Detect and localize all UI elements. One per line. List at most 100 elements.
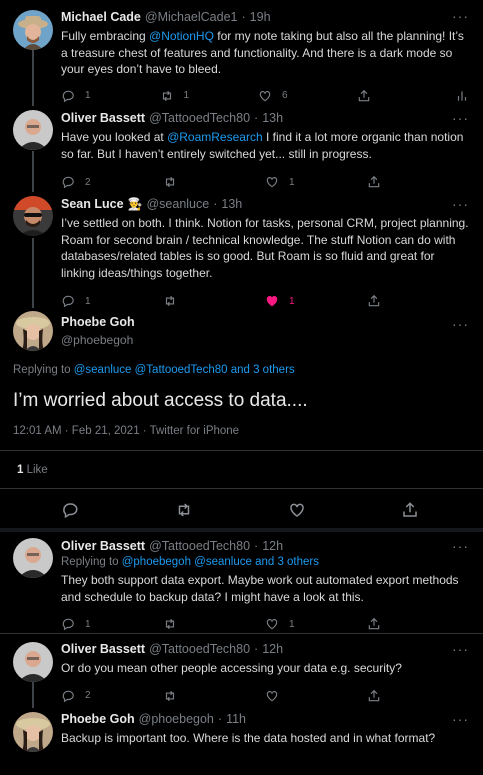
retweet-icon [178, 503, 190, 517]
author-handle[interactable]: @TattooedTech80 [149, 539, 250, 553]
mention-link[interactable]: @phoebegoh @seanluce and 3 others [122, 556, 319, 568]
timestamp[interactable]: 11h [226, 712, 246, 726]
share-button[interactable] [367, 689, 469, 703]
divider [0, 450, 483, 451]
like-icon [259, 90, 271, 101]
more-options-button[interactable]: ··· [452, 110, 469, 126]
tweet[interactable]: Oliver Bassett @TattooedTech80 · 13h Hav… [0, 109, 483, 192]
more-options-button[interactable]: ··· [452, 641, 469, 657]
author-name[interactable]: Oliver Bassett [61, 642, 145, 656]
timestamp[interactable]: 12h [262, 642, 283, 656]
author-name[interactable]: Phoebe Goh [61, 315, 135, 329]
author-name[interactable]: Michael Cade [61, 10, 141, 24]
retweet-button[interactable] [163, 617, 265, 631]
tweet-text: They both support data export. Maybe wor… [61, 573, 459, 604]
share-icon [368, 175, 380, 188]
author-name[interactable]: Sean Luce [61, 197, 124, 211]
separator-dot: · [241, 10, 246, 24]
focused-tweet-actions [0, 501, 483, 525]
retweet-button[interactable] [163, 689, 265, 703]
author-handle[interactable]: @TattooedTech80 [149, 642, 250, 656]
reply-button[interactable]: 2 [61, 175, 163, 189]
like-count: 6 [282, 90, 288, 101]
share-button[interactable] [367, 617, 469, 631]
author-name[interactable]: Oliver Bassett [61, 539, 145, 553]
like-button[interactable]: 6 [258, 89, 357, 103]
tweet-text: Fully embracing @NotionHQ for my note ta… [61, 28, 469, 78]
tweet-metadata[interactable]: 12:01 AM · Feb 21, 2021 · Twitter for iP… [13, 425, 239, 437]
tweet-text: I’ve settled on both. I think. Notion fo… [61, 216, 469, 280]
like-button[interactable]: 1 [265, 617, 367, 631]
author-name[interactable]: Phoebe Goh [61, 712, 135, 726]
reply-button[interactable]: 2 [61, 689, 163, 703]
author-handle[interactable]: @seanluce [146, 197, 209, 211]
avatar[interactable] [13, 311, 53, 351]
share-button[interactable] [357, 89, 456, 103]
like-button[interactable]: 1 [265, 175, 367, 189]
like-icon [266, 619, 278, 630]
author-handle[interactable]: @MichaelCade1 [145, 10, 238, 24]
like-count: 1 [289, 176, 295, 188]
like-icon [266, 177, 278, 188]
retweet-button[interactable] [163, 294, 265, 308]
reply-icon [62, 90, 74, 102]
reply-count: 1 [85, 90, 91, 101]
mention-link[interactable]: @seanluce @TattooedTech80 and 3 others [74, 364, 295, 376]
separator-dot: · [254, 111, 259, 125]
reply-button[interactable]: 1 [61, 617, 163, 631]
author-handle[interactable]: @TattooedTech80 [149, 111, 250, 125]
retweet-button[interactable] [175, 501, 193, 519]
retweet-icon [165, 618, 175, 630]
tweet-actions: 1 1 6 [61, 86, 469, 106]
like-icon [266, 296, 278, 307]
share-button[interactable] [367, 175, 469, 189]
divider [0, 528, 483, 532]
tweet[interactable]: Michael Cade @MichaelCade1 · 19h Fully e… [0, 8, 483, 106]
analytics-button[interactable] [455, 89, 469, 103]
focused-tweet-header: Phoebe Goh @phoebegoh [61, 315, 135, 347]
tweet[interactable]: Sean Luce 👨‍🍳 @seanluce · 13h I’ve settl… [0, 195, 483, 311]
more-options-button[interactable]: ··· [452, 538, 469, 554]
timestamp[interactable]: 13h [262, 111, 283, 125]
timestamp[interactable]: 13h [221, 197, 242, 211]
author-handle[interactable]: @phoebegoh [61, 333, 135, 347]
more-options-button[interactable]: ··· [452, 711, 469, 727]
reply-icon [62, 618, 74, 631]
tweet-actions: 2 1 [61, 172, 469, 192]
reply-tweet[interactable]: Oliver Bassett @TattooedTech80 · 12h Or … [0, 640, 483, 706]
share-button[interactable] [401, 501, 419, 519]
reply-tweet[interactable]: Phoebe Goh @phoebegoh · 11h Backup is im… [0, 710, 483, 747]
mention-link[interactable]: @RoamResearch [167, 130, 263, 144]
reply-button[interactable] [61, 501, 79, 519]
like-stats[interactable]: 1 Like [17, 464, 48, 476]
divider [0, 633, 483, 634]
more-options-button[interactable]: ··· [452, 316, 469, 332]
retweet-count: 1 [183, 90, 190, 101]
share-button[interactable] [367, 294, 469, 308]
author-handle[interactable]: @phoebegoh [139, 712, 214, 726]
like-button[interactable]: 1 [265, 294, 367, 308]
reply-button[interactable]: 1 [61, 89, 160, 103]
tweet-text: Backup is important too. Where is the da… [61, 731, 436, 745]
reply-icon [63, 503, 78, 519]
reply-tweet[interactable]: Oliver Bassett @TattooedTech80 · 12h Rep… [0, 537, 483, 634]
like-button[interactable] [288, 501, 306, 519]
tweet-text-part: Fully embracing [61, 29, 150, 43]
more-options-button[interactable]: ··· [452, 8, 469, 24]
retweet-icon [165, 176, 175, 188]
reply-count: 1 [85, 295, 91, 307]
more-options-button[interactable]: ··· [452, 196, 469, 212]
mention-link[interactable]: @NotionHQ [149, 29, 214, 43]
share-icon [368, 617, 380, 630]
reply-button[interactable]: 1 [61, 294, 163, 308]
retweet-button[interactable]: 1 [160, 89, 259, 103]
like-count: 1 [289, 618, 295, 630]
timestamp[interactable]: 19h [250, 10, 271, 24]
reply-count: 2 [85, 690, 91, 701]
author-name[interactable]: Oliver Bassett [61, 111, 145, 125]
like-button[interactable] [265, 689, 367, 703]
timestamp[interactable]: 12h [262, 539, 283, 553]
retweet-button[interactable] [163, 175, 265, 189]
share-icon [368, 689, 380, 701]
share-icon [368, 294, 380, 307]
